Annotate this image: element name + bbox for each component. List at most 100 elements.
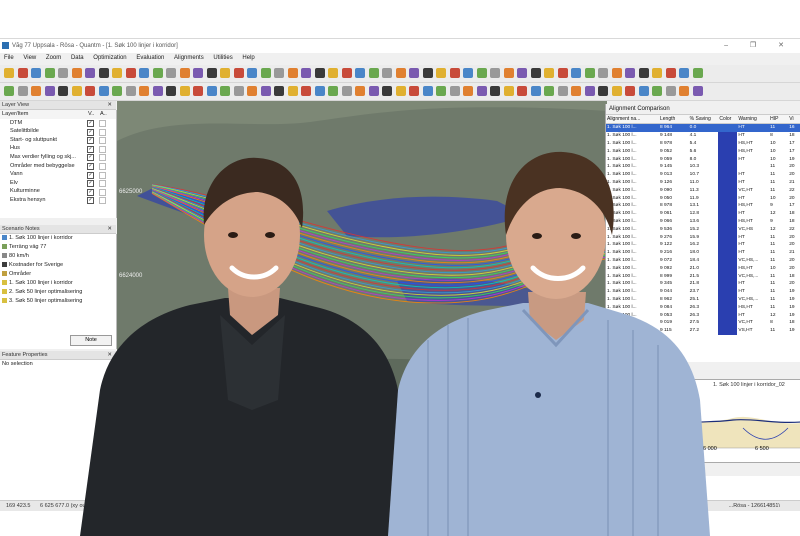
column-header[interactable]: Warning	[737, 115, 770, 124]
toolbar-button-icon[interactable]	[395, 68, 406, 78]
toolbar-button-icon[interactable]	[206, 68, 217, 78]
menu-view[interactable]: View	[23, 55, 36, 61]
toolbar-button-icon[interactable]	[71, 68, 82, 78]
toolbar-button-icon[interactable]	[449, 68, 460, 78]
toolbar-button-icon[interactable]	[422, 68, 433, 78]
toolbar-button-icon[interactable]	[557, 68, 568, 78]
menu-help[interactable]: Help	[242, 55, 254, 61]
toolbar-button-icon[interactable]	[301, 68, 311, 78]
toolbar-button-icon[interactable]	[638, 68, 649, 78]
toolbar-button-icon[interactable]	[220, 68, 230, 78]
toolbar-button-icon[interactable]	[544, 68, 554, 78]
toolbar-button-icon[interactable]	[530, 68, 541, 78]
toolbar-button-icon[interactable]	[4, 68, 14, 78]
layer-item[interactable]: DTM ✓	[0, 119, 116, 128]
toolbar-button-icon[interactable]	[152, 86, 163, 96]
toolbar-button-icon[interactable]	[58, 86, 68, 96]
toolbar-button-icon[interactable]	[125, 86, 136, 96]
toolbar-button-icon[interactable]	[355, 68, 365, 78]
toolbar-button-icon[interactable]	[638, 86, 649, 96]
toolbar-button-icon[interactable]	[139, 68, 149, 78]
toolbar-button-icon[interactable]	[220, 86, 230, 96]
toolbar-button-icon[interactable]	[503, 68, 514, 78]
toolbar-button-icon[interactable]	[652, 86, 662, 96]
column-header[interactable]: Vi	[788, 115, 800, 124]
toolbar-button-icon[interactable]	[584, 86, 595, 96]
toolbar-button-icon[interactable]	[665, 68, 676, 78]
toolbar-button-icon[interactable]	[368, 68, 379, 78]
menu-optimization[interactable]: Optimization	[93, 55, 126, 61]
toolbar-button-icon[interactable]	[382, 68, 392, 78]
toolbar-button-icon[interactable]	[44, 68, 55, 78]
toolbar-button-icon[interactable]	[206, 86, 217, 96]
toolbar-button-icon[interactable]	[679, 68, 689, 78]
column-header[interactable]: % Saving	[688, 115, 719, 124]
toolbar-button-icon[interactable]	[395, 86, 406, 96]
toolbar-button-icon[interactable]	[544, 86, 554, 96]
toolbar-button-icon[interactable]	[422, 86, 433, 96]
toolbar-button-icon[interactable]	[287, 86, 298, 96]
toolbar-button-icon[interactable]	[530, 86, 541, 96]
toolbar-button-icon[interactable]	[4, 86, 14, 96]
toolbar-button-icon[interactable]	[85, 68, 95, 78]
toolbar-button-icon[interactable]	[692, 86, 703, 96]
table-row[interactable]: 1. Søk 100 l... 9 148 4.1 HT 8 18	[606, 131, 800, 140]
toolbar-button-icon[interactable]	[463, 68, 473, 78]
toolbar-button-icon[interactable]	[625, 86, 635, 96]
window-controls[interactable]: – ❐ ✕	[724, 39, 794, 53]
toolbar-button-icon[interactable]	[274, 68, 284, 78]
toolbar-button-icon[interactable]	[490, 68, 500, 78]
toolbar-button-icon[interactable]	[652, 68, 662, 78]
toolbar-button-icon[interactable]	[247, 86, 257, 96]
toolbar-button-icon[interactable]	[233, 68, 244, 78]
menu-file[interactable]: File	[4, 55, 14, 61]
column-header[interactable]: Color	[718, 115, 738, 124]
toolbar-button-icon[interactable]	[517, 68, 527, 78]
column-header[interactable]: Length	[658, 115, 689, 124]
toolbar-button-icon[interactable]	[260, 86, 271, 96]
toolbar-button-icon[interactable]	[355, 86, 365, 96]
active-checkbox[interactable]	[99, 128, 106, 136]
toolbar-button-icon[interactable]	[166, 86, 176, 96]
toolbar-button-icon[interactable]	[17, 86, 28, 96]
toolbar-button-icon[interactable]	[125, 68, 136, 78]
toolbar-button-icon[interactable]	[517, 86, 527, 96]
toolbar-button-icon[interactable]	[112, 68, 122, 78]
menu-utilities[interactable]: Utilities	[213, 55, 232, 61]
toolbar-button-icon[interactable]	[287, 68, 298, 78]
toolbar-button-icon[interactable]	[598, 86, 608, 96]
toolbar-button-icon[interactable]	[382, 86, 392, 96]
toolbar-button-icon[interactable]	[193, 68, 203, 78]
toolbar-button-icon[interactable]	[17, 68, 28, 78]
close-icon[interactable]: ✕	[107, 101, 112, 110]
column-header[interactable]: HIP	[769, 115, 789, 124]
toolbar-button-icon[interactable]	[436, 86, 446, 96]
toolbar-button-icon[interactable]	[490, 86, 500, 96]
toolbar-button-icon[interactable]	[409, 68, 419, 78]
toolbar-button-icon[interactable]	[409, 86, 419, 96]
toolbar-button-icon[interactable]	[665, 86, 676, 96]
toolbar-button-icon[interactable]	[625, 68, 635, 78]
toolbar-button-icon[interactable]	[260, 68, 271, 78]
toolbar-button-icon[interactable]	[476, 68, 487, 78]
toolbar-button-icon[interactable]	[166, 68, 176, 78]
toolbar-button-icon[interactable]	[463, 86, 473, 96]
toolbar-button-icon[interactable]	[44, 86, 55, 96]
toolbar-button-icon[interactable]	[139, 86, 149, 96]
toolbar-button-icon[interactable]	[58, 68, 68, 78]
table-row[interactable]: 1. Søk 100 l... 8 964 0.0 HT 11 16	[606, 123, 800, 132]
toolbar-button-icon[interactable]	[571, 68, 581, 78]
toolbar-button-icon[interactable]	[368, 86, 379, 96]
toolbar-button-icon[interactable]	[557, 86, 568, 96]
toolbar-button-icon[interactable]	[679, 86, 689, 96]
menu-data[interactable]: Data	[71, 55, 84, 61]
toolbar-button-icon[interactable]	[31, 86, 41, 96]
toolbar-button-icon[interactable]	[584, 68, 595, 78]
active-checkbox[interactable]	[99, 120, 106, 128]
column-header[interactable]: Alignment na...	[606, 115, 659, 124]
toolbar-button-icon[interactable]	[314, 68, 325, 78]
menu-zoom[interactable]: Zoom	[46, 55, 61, 61]
menu-alignments[interactable]: Alignments	[174, 55, 204, 61]
menu-evaluation[interactable]: Evaluation	[136, 55, 164, 61]
toolbar-button-icon[interactable]	[328, 68, 338, 78]
